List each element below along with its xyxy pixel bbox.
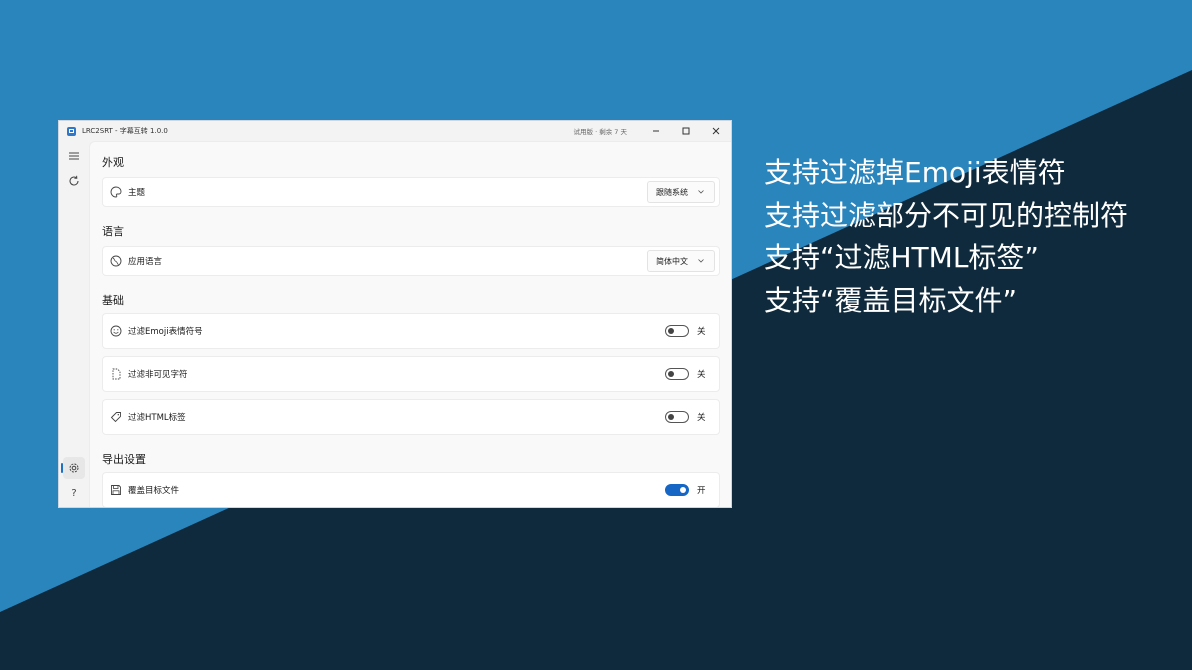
minimize-button[interactable]: [641, 121, 671, 141]
close-button[interactable]: [701, 121, 731, 141]
theme-setting: 主题 跟随系统: [102, 177, 720, 207]
settings-content[interactable]: 外观 主题 跟随系统 语言 应用语言 简体中文 基础 过滤Emoji表情符号 关…: [89, 141, 731, 507]
section-basic-title: 基础: [102, 294, 124, 307]
overwrite-target-setting: 覆盖目标文件 开: [102, 472, 720, 507]
chevron-down-icon: [698, 259, 704, 263]
window-title: LRC2SRT - 字幕互转 1.0.0: [82, 127, 168, 135]
refresh-icon: [69, 175, 79, 186]
caption-line: 支持过滤部分不可见的控制符: [764, 198, 1129, 232]
theme-value: 跟随系统: [656, 187, 688, 197]
app-language-setting: 应用语言 简体中文: [102, 246, 720, 276]
filter-invisible-toggle[interactable]: [665, 368, 689, 380]
filter-html-setting: 过滤HTML标签 关: [102, 399, 720, 435]
section-export-title: 导出设置: [102, 453, 146, 466]
dashed-file-icon: [109, 367, 123, 381]
feature-captions: 支持过滤掉Emoji表情符 支持过滤部分不可见的控制符 支持“过滤HTML标签”…: [764, 152, 1128, 322]
help-button[interactable]: ?: [63, 482, 85, 504]
filter-invisible-label: 过滤非可见字符: [128, 370, 188, 380]
settings-icon: [69, 463, 79, 473]
filter-html-state: 关: [697, 413, 706, 423]
overwrite-target-label: 覆盖目标文件: [128, 486, 180, 496]
caption-line: 支持过滤掉Emoji表情符: [764, 156, 1066, 189]
sidebar: ?: [59, 141, 89, 507]
maximize-icon: [682, 127, 690, 135]
section-language-title: 语言: [102, 225, 124, 238]
language-value: 简体中文: [656, 256, 688, 266]
app-icon: [67, 126, 76, 136]
help-icon: ?: [71, 487, 77, 499]
refresh-button[interactable]: [63, 170, 85, 192]
theme-label: 主题: [128, 188, 146, 198]
filter-emoji-setting: 过滤Emoji表情符号 关: [102, 313, 720, 349]
palette-icon: [109, 185, 123, 199]
section-appearance-title: 外观: [102, 156, 124, 169]
caption-line: 支持“覆盖目标文件”: [764, 283, 1018, 317]
filter-html-label: 过滤HTML标签: [128, 413, 186, 423]
filter-invisible-setting: 过滤非可见字符 关: [102, 356, 720, 392]
chevron-down-icon: [698, 190, 704, 194]
close-icon: [712, 127, 720, 135]
filter-html-toggle[interactable]: [665, 411, 689, 423]
minimize-icon: [653, 130, 659, 132]
trial-status: 试用版 · 剩余 7 天: [573, 128, 627, 136]
tag-icon: [109, 410, 123, 424]
filter-emoji-toggle[interactable]: [665, 325, 689, 337]
caption-line: 支持“过滤HTML标签”: [764, 241, 1039, 274]
maximize-button[interactable]: [671, 121, 701, 141]
globe-icon: [109, 254, 123, 268]
menu-icon: [69, 152, 79, 160]
save-icon: [109, 483, 123, 497]
title-bar[interactable]: LRC2SRT - 字幕互转 1.0.0 试用版 · 剩余 7 天: [59, 121, 731, 141]
app-window: LRC2SRT - 字幕互转 1.0.0 试用版 · 剩余 7 天 ? 外观 主…: [58, 120, 732, 508]
emoji-icon: [109, 324, 123, 338]
overwrite-target-toggle[interactable]: [665, 484, 689, 496]
overwrite-target-state: 开: [697, 486, 706, 496]
settings-button[interactable]: [61, 457, 85, 479]
nav-menu-button[interactable]: [63, 145, 85, 167]
app-language-label: 应用语言: [128, 257, 163, 267]
filter-emoji-label: 过滤Emoji表情符号: [128, 327, 203, 337]
filter-invisible-state: 关: [697, 370, 706, 380]
language-dropdown[interactable]: 简体中文: [647, 250, 715, 272]
filter-emoji-state: 关: [697, 327, 706, 337]
theme-dropdown[interactable]: 跟随系统: [647, 181, 715, 203]
